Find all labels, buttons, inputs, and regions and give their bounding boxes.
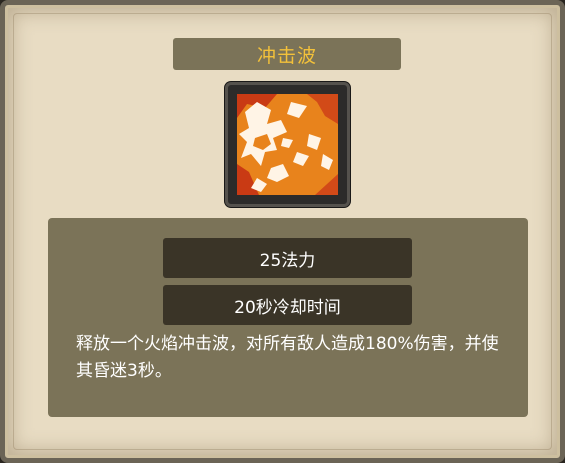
skill-info-panel: 25法力 20秒冷却时间 释放一个火焰冲击波，对所有敌人造成180%伤害，并使其… xyxy=(48,218,528,417)
shockwave-flame-icon xyxy=(237,94,338,195)
skill-info-dialog: 冲击波 25法力 20秒冷却时间 释放一个火焰冲击波，对所有敌人造成180%伤害… xyxy=(0,0,565,463)
skill-title: 冲击波 xyxy=(173,38,401,70)
mana-cost: 25法力 xyxy=(163,238,412,278)
skill-description: 释放一个火焰冲击波，对所有敌人造成180%伤害，并使其昏迷3秒。 xyxy=(76,334,499,381)
cooldown-time: 20秒冷却时间 xyxy=(163,285,412,325)
skill-icon-frame xyxy=(225,82,350,207)
